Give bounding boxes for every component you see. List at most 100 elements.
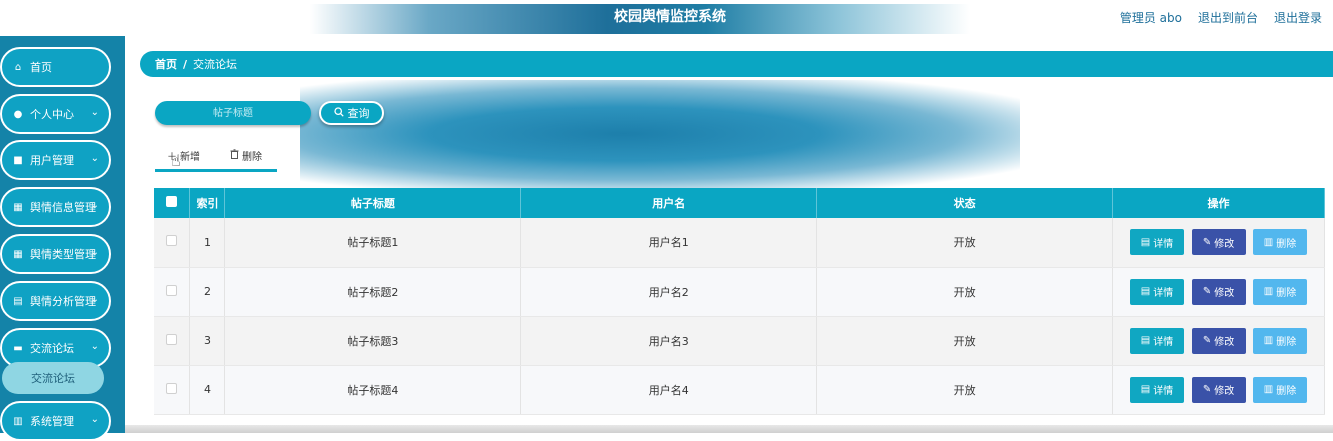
batch-delete-label: 删除 bbox=[242, 152, 262, 163]
sidebar-item-home[interactable]: ⌂ 首页 bbox=[0, 47, 111, 87]
sidebar-item-label: 用户管理 bbox=[30, 154, 74, 167]
hand-cursor-icon: ☝ bbox=[171, 151, 181, 170]
row-select-cell bbox=[154, 218, 191, 268]
sidebar-item-label: 交流论坛 bbox=[30, 342, 74, 355]
sidebar-item-user-management[interactable]: ■ 用户管理 ⌄ bbox=[0, 140, 111, 180]
edit-label: 修改 bbox=[1214, 288, 1235, 299]
delete-label: 删除 bbox=[1276, 386, 1297, 397]
sidebar-item-label: 舆情类型管理 bbox=[30, 248, 96, 261]
row-checkbox[interactable] bbox=[166, 333, 178, 345]
trash-icon: ▥ bbox=[1263, 384, 1274, 395]
edit-label: 修改 bbox=[1214, 337, 1235, 348]
select-all-cell bbox=[154, 188, 191, 218]
header-links: 管理员 abo 退出到前台 退出登录 bbox=[1120, 9, 1322, 26]
post-title: 帖子标题3 bbox=[224, 316, 522, 366]
sidebar: ⌂ 首页 ● 个人中心 ⌄ ■ 用户管理 ⌄ ▦ 舆情信息管理 ⌄ ▦ 舆情类型… bbox=[0, 36, 125, 441]
table-row: 1 帖子标题1 用户名1 开放 ▤ 详情 ✎ 修改 ▥ 删除 bbox=[154, 218, 1325, 268]
sidebar-item-label: 舆情分析管理 bbox=[30, 295, 96, 308]
chevron-down-icon: ⌄ bbox=[90, 247, 99, 258]
detail-button[interactable]: ▤ 详情 bbox=[1130, 376, 1185, 403]
column-header: 索引 bbox=[189, 188, 226, 218]
column-header: 操作 bbox=[1112, 188, 1325, 218]
pencil-icon: ✎ bbox=[1202, 335, 1212, 346]
breadcrumb-home[interactable]: 首页 bbox=[155, 56, 177, 72]
status: 开放 bbox=[816, 365, 1114, 415]
pencil-icon: ✎ bbox=[1202, 286, 1212, 297]
sidebar-item-opinion-info[interactable]: ▦ 舆情信息管理 ⌄ bbox=[0, 187, 111, 227]
sidebar-item-label: 首页 bbox=[30, 61, 52, 74]
delete-button[interactable]: ▥ 删除 bbox=[1253, 229, 1308, 256]
delete-button[interactable]: ▥ 删除 bbox=[1253, 376, 1308, 403]
table-row: 2 帖子标题2 用户名2 开放 ▤ 详情 ✎ 修改 ▥ 删除 bbox=[154, 267, 1325, 317]
document-icon: ▤ bbox=[1140, 335, 1151, 346]
username: 用户名4 bbox=[520, 365, 818, 415]
row-index: 2 bbox=[189, 267, 226, 317]
row-checkbox[interactable] bbox=[166, 382, 178, 394]
sidebar-subitem-forum[interactable]: 交流论坛 bbox=[2, 362, 104, 394]
chevron-down-icon: ⌄ bbox=[90, 294, 99, 305]
edit-button[interactable]: ✎ 修改 bbox=[1191, 278, 1246, 305]
grid-icon: ▦ bbox=[13, 201, 23, 213]
row-select-cell bbox=[154, 365, 191, 415]
bottom-shadow bbox=[125, 425, 1333, 433]
search-button-label: 查询 bbox=[347, 107, 370, 120]
sidebar-item-system[interactable]: ▥ 系统管理 ⌄ bbox=[0, 401, 111, 441]
delete-label: 删除 bbox=[1276, 238, 1297, 250]
breadcrumb-current: 交流论坛 bbox=[193, 58, 238, 71]
admin-user-link[interactable]: 管理员 abo bbox=[1120, 9, 1182, 26]
chevron-down-icon: ⌄ bbox=[90, 107, 99, 118]
status: 开放 bbox=[816, 316, 1114, 366]
back-to-front-link[interactable]: 退出到前台 bbox=[1198, 9, 1258, 26]
chevron-down-icon: ⌄ bbox=[90, 341, 99, 352]
username: 用户名3 bbox=[520, 316, 818, 366]
sidebar-item-label: 系统管理 bbox=[30, 415, 74, 428]
detail-button[interactable]: ▤ 详情 bbox=[1130, 229, 1185, 256]
grid-icon: ▦ bbox=[13, 248, 23, 260]
search-input[interactable] bbox=[155, 101, 311, 125]
edit-button[interactable]: ✎ 修改 bbox=[1191, 229, 1246, 256]
table-header-row: 索引 帖子标题 用户名 状态 操作 bbox=[154, 188, 1325, 218]
delete-button[interactable]: ▥ 删除 bbox=[1253, 278, 1308, 305]
sidebar-item-label: 个人中心 bbox=[30, 108, 74, 121]
batch-delete-button[interactable]: 删除 bbox=[230, 148, 262, 163]
row-checkbox[interactable] bbox=[166, 235, 178, 247]
document-icon: ▤ bbox=[1140, 286, 1151, 297]
post-title: 帖子标题2 bbox=[224, 267, 522, 317]
row-actions: ▤ 详情 ✎ 修改 ▥ 删除 bbox=[1112, 365, 1325, 415]
trash-icon: ▥ bbox=[1263, 335, 1274, 346]
column-header: 用户名 bbox=[520, 188, 818, 218]
chevron-down-icon: ⌄ bbox=[90, 200, 99, 211]
row-index: 1 bbox=[189, 218, 226, 268]
edit-button[interactable]: ✎ 修改 bbox=[1191, 376, 1246, 403]
post-title: 帖子标题4 bbox=[224, 365, 522, 415]
column-header: 状态 bbox=[816, 188, 1114, 218]
trash-icon: ▥ bbox=[1263, 236, 1274, 248]
logout-link[interactable]: 退出登录 bbox=[1274, 9, 1322, 26]
chevron-down-icon: ⌄ bbox=[90, 414, 99, 425]
sidebar-item-opinion-analysis[interactable]: ▤ 舆情分析管理 ⌄ bbox=[0, 281, 111, 321]
detail-label: 详情 bbox=[1153, 238, 1174, 250]
select-all-checkbox[interactable] bbox=[166, 196, 178, 207]
delete-button[interactable]: ▥ 删除 bbox=[1253, 327, 1308, 354]
edit-label: 修改 bbox=[1214, 238, 1235, 250]
status: 开放 bbox=[816, 218, 1114, 268]
status: 开放 bbox=[816, 267, 1114, 317]
search-button[interactable]: 查询 bbox=[319, 101, 384, 125]
username: 用户名1 bbox=[520, 218, 818, 268]
pencil-icon: ✎ bbox=[1202, 236, 1212, 248]
table-row: 3 帖子标题3 用户名3 开放 ▤ 详情 ✎ 修改 ▥ 删除 bbox=[154, 316, 1325, 366]
trash-icon bbox=[230, 149, 239, 162]
edit-button[interactable]: ✎ 修改 bbox=[1191, 327, 1246, 354]
top-header: 校园舆情监控系统 管理员 abo 退出到前台 退出登录 bbox=[0, 0, 1333, 36]
post-title: 帖子标题1 bbox=[224, 218, 522, 268]
sidebar-item-personal-center[interactable]: ● 个人中心 ⌄ bbox=[0, 94, 111, 134]
row-checkbox[interactable] bbox=[166, 284, 178, 296]
detail-button[interactable]: ▤ 详情 bbox=[1130, 278, 1185, 305]
sidebar-item-opinion-type[interactable]: ▦ 舆情类型管理 ⌄ bbox=[0, 234, 111, 274]
delete-label: 删除 bbox=[1276, 337, 1297, 348]
detail-button[interactable]: ▤ 详情 bbox=[1130, 327, 1185, 354]
search-icon bbox=[333, 106, 344, 120]
breadcrumb: 首页 / 交流论坛 bbox=[140, 51, 1333, 77]
column-header: 帖子标题 bbox=[224, 188, 522, 218]
row-actions: ▤ 详情 ✎ 修改 ▥ 删除 bbox=[1112, 218, 1325, 268]
